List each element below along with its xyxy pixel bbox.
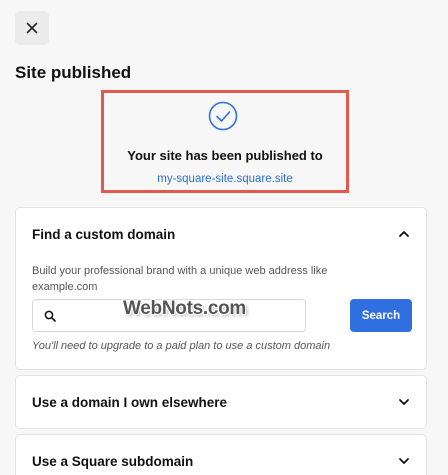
close-button[interactable]	[15, 11, 49, 45]
site-published-dialog: Site published Your site has been publis…	[0, 0, 448, 475]
domain-search-input[interactable]	[65, 300, 301, 331]
square-subdomain-header[interactable]: Use a Square subdomain	[16, 435, 426, 475]
domain-search-field[interactable]	[32, 299, 306, 332]
own-domain-section: Use a domain I own elsewhere	[15, 375, 427, 429]
chevron-down-icon	[399, 399, 409, 405]
square-subdomain-title: Use a Square subdomain	[32, 454, 194, 469]
check-circle-icon	[208, 101, 238, 131]
published-confirmation: Your site has been published to my-squar…	[101, 90, 349, 193]
custom-domain-description: Build your professional brand with a uni…	[32, 265, 328, 293]
page-title: Site published	[15, 63, 132, 82]
chevron-down-icon	[399, 458, 409, 464]
search-button[interactable]: Search	[350, 299, 412, 332]
own-domain-title: Use a domain I own elsewhere	[32, 395, 228, 410]
custom-domain-header[interactable]: Find a custom domain	[16, 208, 426, 260]
search-icon	[44, 310, 56, 322]
close-icon	[26, 22, 38, 34]
published-message: Your site has been published to	[127, 148, 323, 163]
own-domain-header[interactable]: Use a domain I own elsewhere	[16, 376, 426, 428]
custom-domain-section: Find a custom domain Build your professi…	[15, 207, 427, 370]
chevron-up-icon	[399, 231, 409, 237]
square-subdomain-section: Use a Square subdomain	[15, 434, 427, 475]
upgrade-note: You'll need to upgrade to a paid plan to…	[32, 340, 331, 352]
custom-domain-title: Find a custom domain	[32, 227, 176, 242]
site-url-link[interactable]: my-square-site.square.site	[104, 173, 346, 185]
